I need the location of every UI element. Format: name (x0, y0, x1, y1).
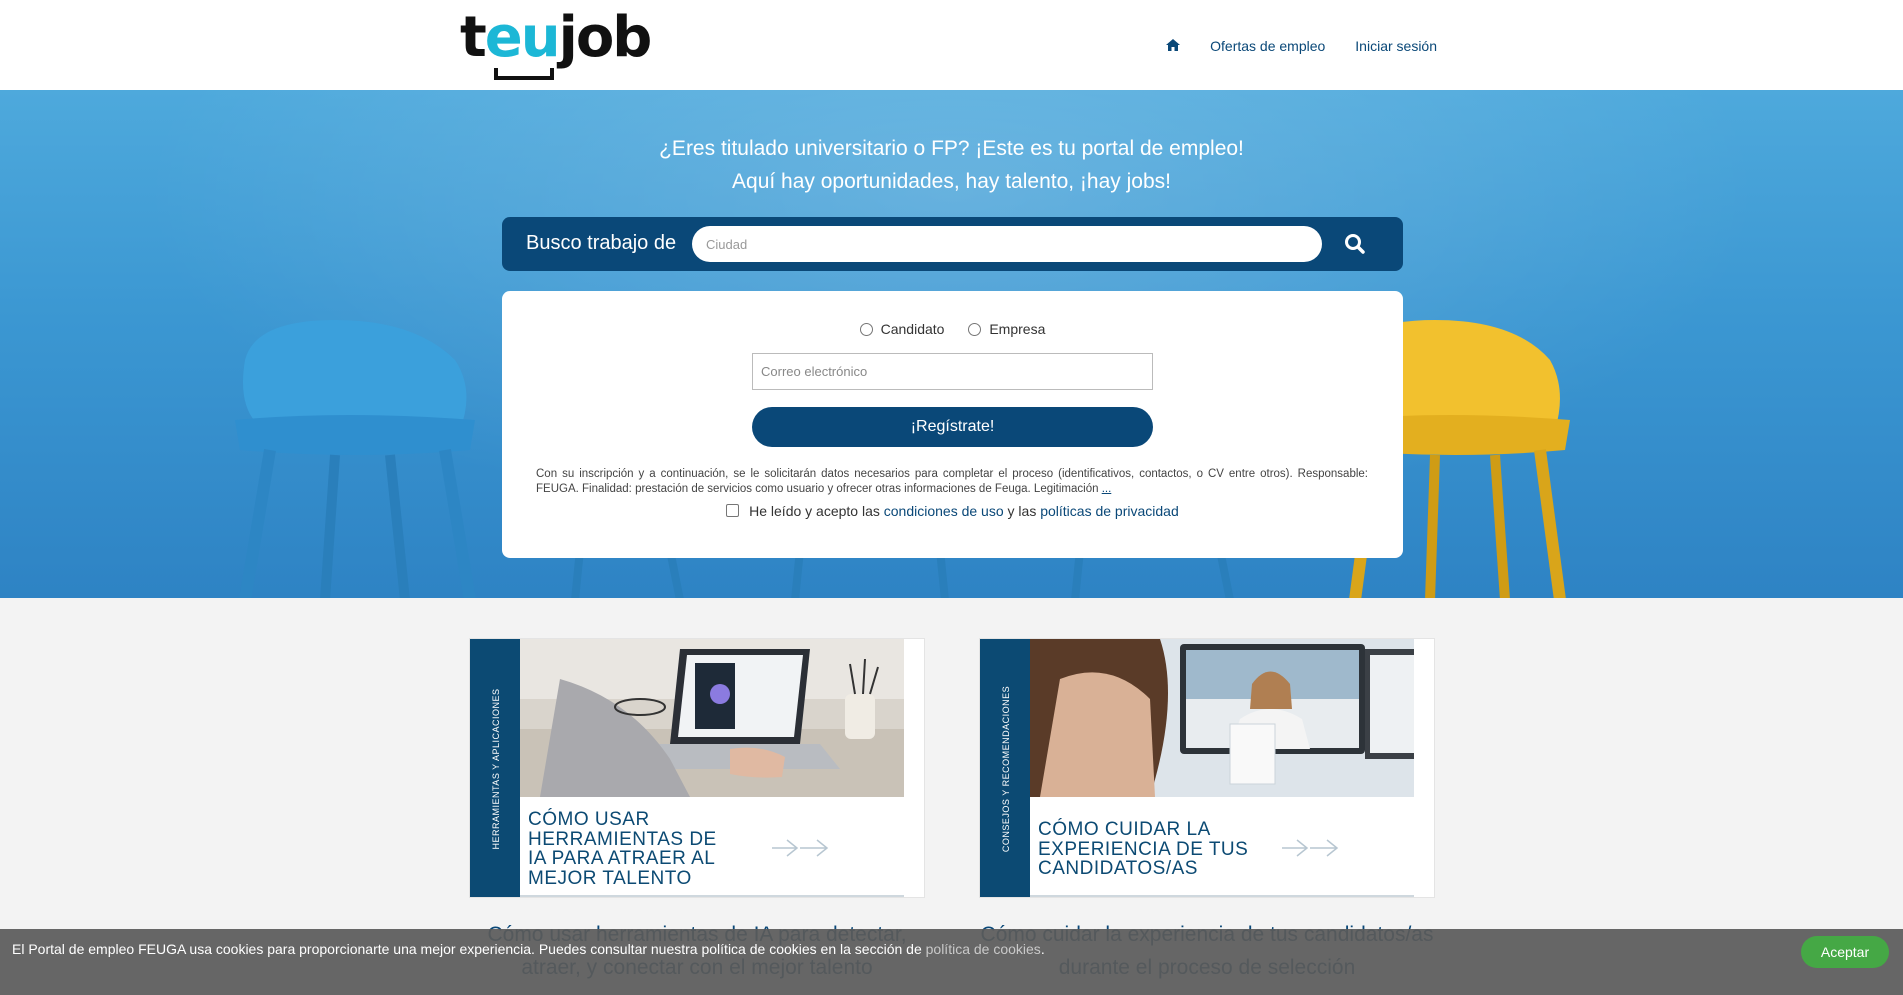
blog-card-caption: CÓMO CUIDAR LA EXPERIENCIA DE TUS CANDID… (1038, 819, 1249, 879)
blog-card-image[interactable]: CONSEJOS Y RECOMENDACIONES CÓMO CUIDAR L… (979, 638, 1435, 898)
accept-terms-checkbox[interactable] (726, 504, 740, 517)
hero-heading: ¿Eres titulado universitario o FP? ¡Este… (0, 132, 1903, 198)
user-type-radio-group: Candidato Empresa (502, 321, 1403, 339)
city-search-input[interactable] (692, 226, 1322, 262)
nav-iniciar-sesion[interactable]: Iniciar sesión (1355, 38, 1437, 54)
site-header: teujob Ofertas de empleo Iniciar sesión (0, 0, 1903, 90)
register-button[interactable]: ¡Regístrate! (752, 407, 1153, 447)
email-field[interactable] (752, 353, 1153, 390)
main-nav: Ofertas de empleo Iniciar sesión (1166, 38, 1437, 54)
radio-empresa-label: Empresa (989, 321, 1046, 337)
radio-candidato-circle[interactable] (859, 322, 873, 336)
accept-cookies-button[interactable]: Aceptar (1801, 936, 1889, 968)
blog-card-category: CONSEJOS Y RECOMENDACIONES (1001, 685, 1011, 853)
radio-candidato[interactable]: Candidato (859, 321, 945, 337)
accept-middle: y las (1007, 503, 1037, 519)
cookie-policy-link[interactable]: política de cookies (926, 941, 1041, 957)
video-call-photo (1030, 639, 1414, 797)
registration-card: Candidato Empresa ¡Regístrate! Con su in… (502, 291, 1403, 558)
laptop-photo (520, 639, 904, 797)
radio-empresa[interactable]: Empresa (968, 321, 1045, 337)
cookie-message: El Portal de empleo FEUGA usa cookies pa… (12, 941, 922, 957)
blog-card-caption: CÓMO USAR HERRAMIENTAS DE IA PARA ATRAER… (528, 809, 717, 889)
arrows-icon (772, 839, 829, 857)
search-button[interactable] (1338, 228, 1372, 260)
teujob-logo[interactable]: teujob (460, 10, 652, 82)
radio-empresa-circle[interactable] (968, 322, 982, 336)
hero-line-1: ¿Eres titulado universitario o FP? ¡Este… (659, 137, 1244, 160)
legal-notice: Con su inscripción y a continuación, se … (536, 467, 1368, 497)
legal-more-link[interactable]: ... (1102, 483, 1112, 495)
radio-candidato-label: Candidato (880, 321, 945, 337)
cookie-text: El Portal de empleo FEUGA usa cookies pa… (12, 941, 1045, 957)
nav-ofertas-empleo[interactable]: Ofertas de empleo (1210, 38, 1325, 54)
search-icon (1345, 234, 1365, 254)
legal-text: Con su inscripción y a continuación, se … (536, 468, 1368, 495)
cookie-banner: El Portal de empleo FEUGA usa cookies pa… (0, 929, 1903, 995)
home-link[interactable] (1166, 38, 1181, 54)
home-icon (1166, 39, 1181, 51)
arrows-icon (1282, 839, 1339, 857)
accept-prefix: He leído y acepto las (749, 503, 880, 519)
accept-terms-row: He leído y acepto las condiciones de uso… (502, 503, 1403, 519)
blog-card-image[interactable]: HERRAMIENTAS Y APLICACIONES CÓMO USAR HE… (469, 638, 925, 898)
blue-chair-image (235, 320, 476, 598)
terms-link[interactable]: condiciones de uso (884, 503, 1004, 519)
search-label: Busco trabajo de (526, 232, 677, 254)
hero-line-2: Aquí hay oportunidades, hay talento, ¡ha… (732, 170, 1171, 193)
hero-section: ¿Eres titulado universitario o FP? ¡Este… (0, 90, 1903, 598)
blog-card-category: HERRAMIENTAS Y APLICACIONES (491, 688, 501, 850)
privacy-link[interactable]: políticas de privacidad (1040, 503, 1179, 519)
job-search-bar: Busco trabajo de (502, 217, 1403, 271)
